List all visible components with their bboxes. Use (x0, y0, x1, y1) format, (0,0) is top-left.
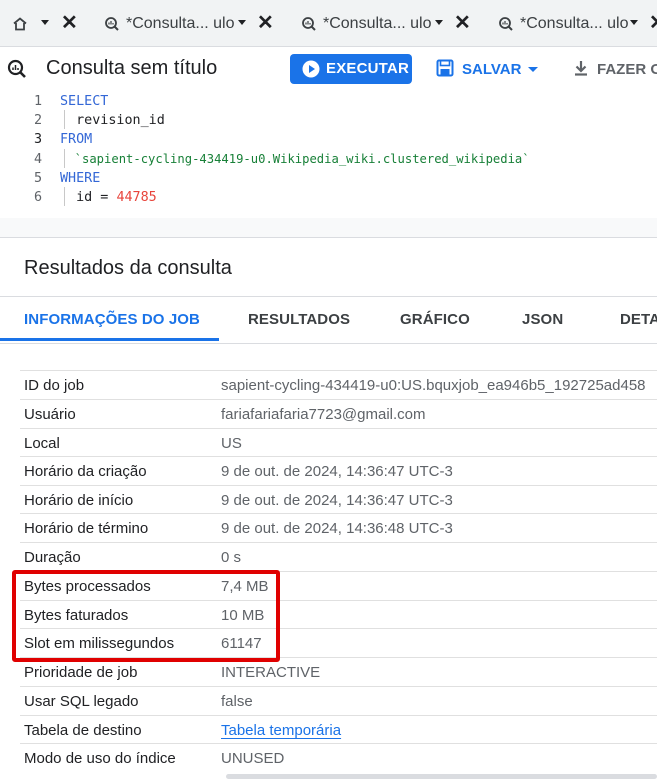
row-value: 0 s (221, 549, 242, 566)
sql-table-name: `sapient-cycling-434419-u0.Wikipedia_wik… (60, 152, 530, 166)
sql-column: revision_id (60, 113, 165, 128)
chevron-down-icon[interactable] (41, 20, 49, 25)
table-row: ID do job sapient-cycling-434419-u0:US.b… (20, 370, 657, 400)
line-number: 5 (33, 171, 42, 186)
temp-table-link[interactable]: Tabela temporária (221, 722, 341, 739)
line-number: 6 (33, 190, 42, 205)
query-tab-strip: ✕ *Consulta... ulo ✕ *Consulta... ulo ✕ … (0, 0, 657, 47)
line-number: 1 (33, 94, 42, 109)
row-label: Prioridade de job (24, 664, 138, 681)
row-label: Modo de uso do índice (24, 750, 176, 767)
line-number: 3 (33, 132, 42, 147)
horizontal-scrollbar[interactable] (226, 774, 657, 779)
table-row: Local US (20, 428, 657, 458)
tab-label: *Consulta... ulo (126, 15, 235, 32)
table-row: Horário da criação 9 de out. de 2024, 14… (20, 456, 657, 486)
divider (0, 237, 657, 238)
table-row: Duração 0 s (20, 542, 657, 572)
row-value: 9 de out. de 2024, 14:36:47 UTC-3 (221, 463, 453, 480)
editor-footer (0, 218, 657, 238)
tab-results[interactable]: RESULTADOS (248, 311, 350, 328)
row-value: 9 de out. de 2024, 14:36:48 UTC-3 (221, 520, 453, 537)
row-label: ID do job (24, 377, 85, 394)
row-label: Tabela de destino (24, 722, 142, 739)
row-label: Horário de início (24, 492, 134, 509)
sql-keyword: WHERE (60, 171, 101, 186)
results-title: Resultados da consulta (24, 257, 232, 279)
close-icon[interactable]: ✕ (61, 13, 78, 33)
row-value: UNUSED (221, 750, 285, 767)
table-row: Horário de início 9 de out. de 2024, 14:… (20, 485, 657, 515)
sql-condition: id = 44785 (60, 190, 157, 205)
row-value: false (221, 693, 253, 710)
close-icon[interactable]: ✕ (454, 13, 471, 33)
play-icon (302, 60, 320, 78)
close-icon[interactable]: ✕ (257, 13, 274, 33)
query-tab-3[interactable]: *Consulta... ulo ✕ (494, 0, 657, 46)
row-value: US (221, 435, 242, 452)
download-button-label: FAZER O (597, 61, 657, 78)
active-tab-indicator (0, 338, 219, 341)
tab-job-info[interactable]: INFORMAÇÕES DO JOB (24, 311, 200, 328)
query-tab-2[interactable]: *Consulta... ulo ✕ (297, 0, 487, 46)
tab-details[interactable]: DETA (620, 311, 657, 328)
save-icon (436, 59, 454, 77)
line-number: 4 (33, 152, 42, 167)
run-button-label: EXECUTAR (326, 60, 409, 77)
chevron-down-icon[interactable] (630, 20, 638, 25)
table-row: Usar SQL legado false (20, 686, 657, 716)
home-tab[interactable]: ✕ (0, 0, 88, 46)
row-value: INTERACTIVE (221, 664, 321, 681)
close-icon[interactable]: ✕ (649, 13, 657, 33)
chevron-down-icon[interactable] (238, 20, 246, 25)
row-label: Usar SQL legado (24, 693, 139, 710)
row-label: Duração (24, 549, 81, 566)
run-button[interactable]: EXECUTAR (290, 54, 412, 84)
row-value: sapient-cycling-434419-u0:US.bquxjob_ea9… (221, 377, 646, 394)
tab-label: *Consulta... ulo (323, 15, 432, 32)
row-label: Horário de término (24, 520, 149, 537)
row-label: Horário da criação (24, 463, 147, 480)
row-value: 9 de out. de 2024, 14:36:47 UTC-3 (221, 492, 453, 509)
highlight-box (12, 570, 280, 662)
query-tab-1[interactable]: *Consulta... ulo ✕ (100, 0, 290, 46)
chevron-down-icon[interactable] (435, 20, 443, 25)
query-title[interactable]: Consulta sem título (46, 57, 217, 80)
tab-chart[interactable]: GRÁFICO (400, 311, 470, 328)
row-label: Usuário (24, 406, 76, 423)
table-row: Modo de uso do índice UNUSED (20, 743, 657, 773)
download-icon (575, 61, 587, 76)
table-row: Tabela de destino Tabela temporária (20, 715, 657, 745)
row-value: fariafariafaria7723@gmail.com (221, 406, 426, 423)
row-label: Local (24, 435, 60, 452)
sql-keyword: FROM (60, 132, 93, 147)
tab-json[interactable]: JSON (522, 311, 563, 328)
query-icon (105, 17, 119, 31)
query-icon (499, 17, 513, 31)
sql-condition-text: id = (60, 190, 117, 205)
save-button-label: SALVAR (462, 61, 522, 78)
query-icon (7, 59, 26, 78)
table-row: Usuário fariafariafaria7723@gmail.com (20, 399, 657, 429)
sql-number: 44785 (116, 190, 157, 205)
line-number: 2 (33, 113, 42, 128)
query-icon (302, 17, 316, 31)
tab-label: *Consulta... ulo (520, 15, 629, 32)
table-row: Horário de término 9 de out. de 2024, 14… (20, 513, 657, 543)
home-icon (13, 17, 27, 31)
sql-keyword: SELECT (60, 94, 109, 109)
chevron-down-icon[interactable] (528, 67, 538, 72)
